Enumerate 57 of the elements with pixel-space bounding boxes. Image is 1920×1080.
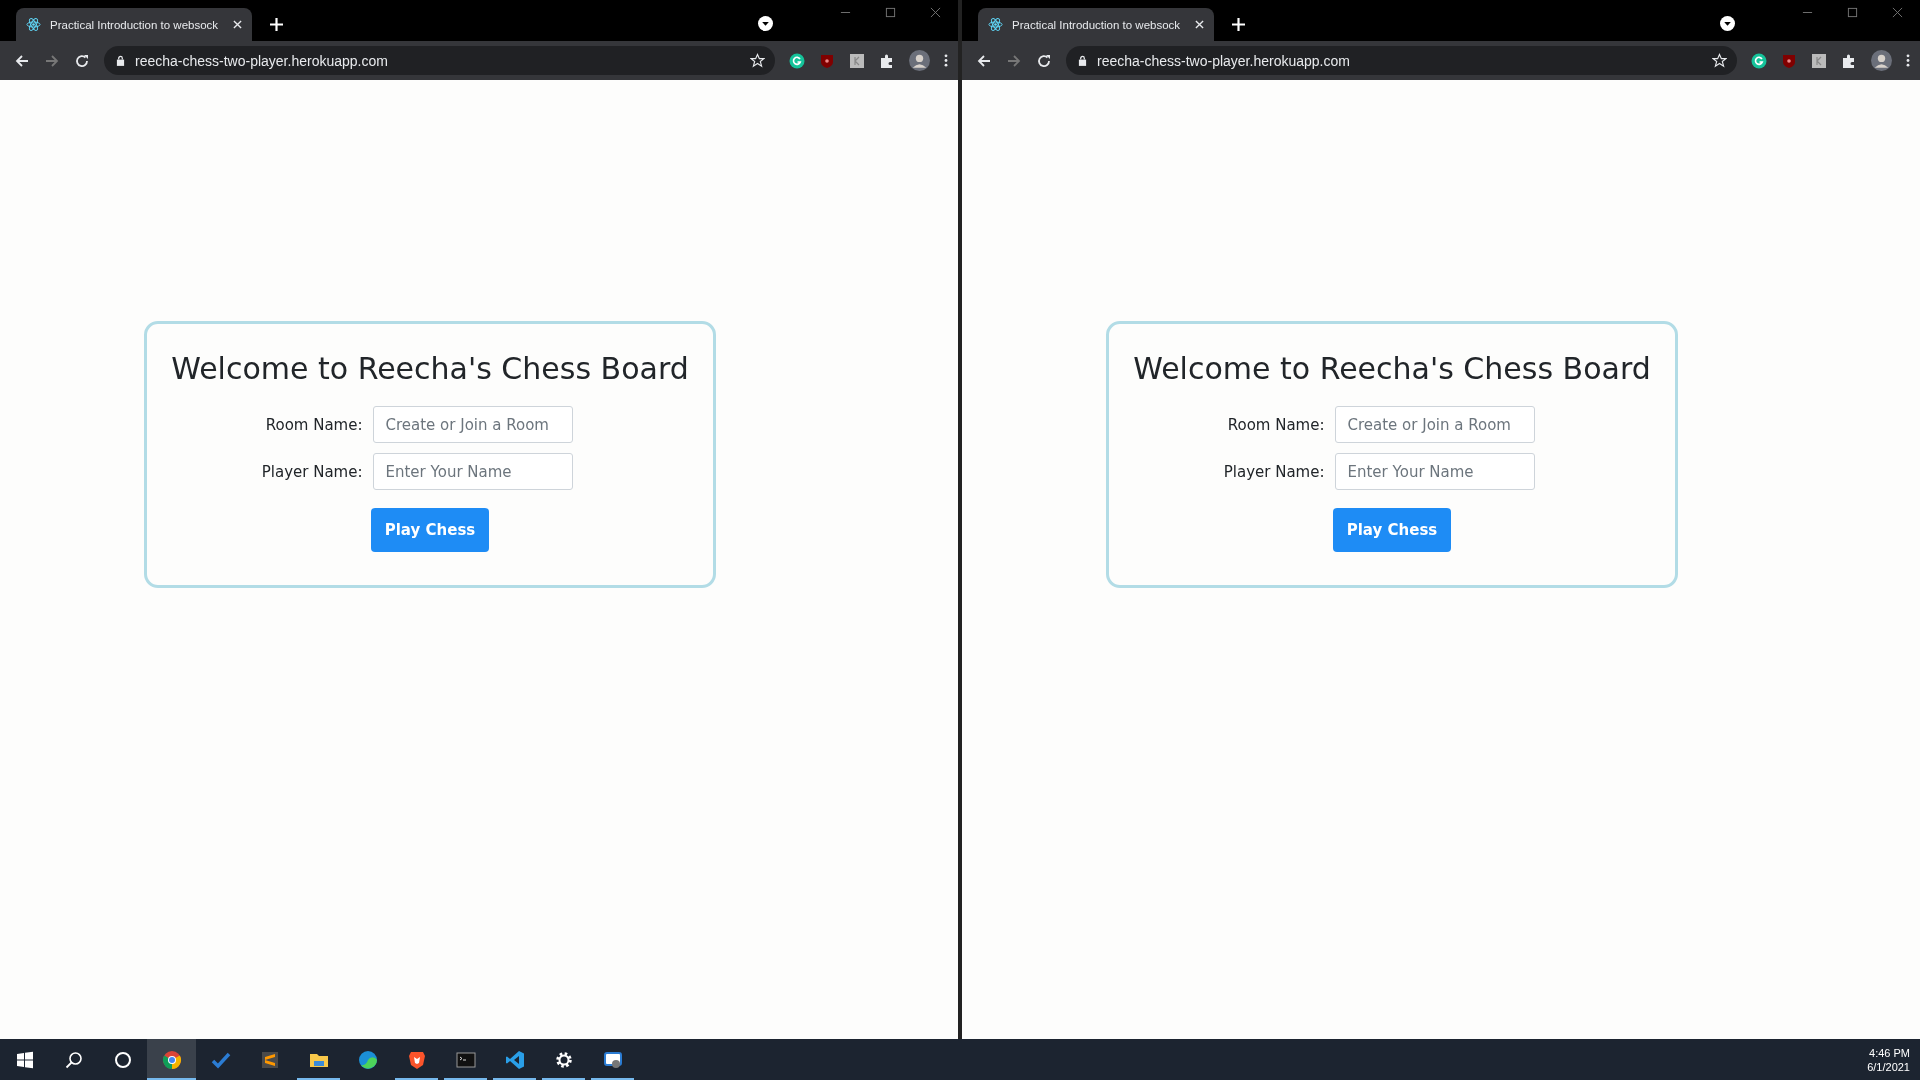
atom-icon — [988, 17, 1003, 32]
puzzle-icon[interactable] — [879, 52, 895, 69]
maximize-icon[interactable] — [885, 7, 896, 18]
clock-date: 6/1/2021 — [1867, 1060, 1910, 1073]
terminal-icon — [455, 1049, 476, 1070]
chrome-icon — [161, 1049, 182, 1070]
reload-icon[interactable] — [1036, 52, 1052, 69]
windows-icon — [14, 1049, 35, 1070]
address-bar[interactable]: reecha-chess-two-player.herokuapp.com — [104, 46, 775, 75]
code-icon — [504, 1049, 525, 1070]
extension-icon[interactable] — [1751, 52, 1767, 69]
gear-icon — [553, 1049, 574, 1070]
input-field[interactable]: Create or Join a Room — [372, 406, 573, 443]
clock-time: 4:46 PM — [1869, 1046, 1910, 1059]
menu-icon[interactable] — [1906, 53, 1910, 68]
field-label: Player Name: — [1222, 462, 1325, 481]
extension-icon[interactable] — [1811, 52, 1827, 69]
back-icon[interactable] — [976, 52, 992, 69]
page-title: Welcome to Reecha's Chess Board — [171, 351, 689, 386]
forward-icon[interactable] — [44, 52, 60, 69]
new-tab-icon[interactable] — [270, 18, 283, 31]
extension-icon[interactable] — [789, 52, 805, 69]
star-icon[interactable] — [1712, 53, 1727, 68]
maximize-icon[interactable] — [1847, 7, 1858, 18]
shield-icon[interactable] — [1781, 52, 1797, 69]
screen-icon — [602, 1049, 623, 1070]
tab-search-icon[interactable] — [1720, 16, 1735, 31]
browser-tab[interactable]: Practical Introduction to websock — [978, 8, 1214, 41]
lock-icon — [116, 55, 125, 66]
forward-icon[interactable] — [1006, 52, 1022, 69]
lion-icon — [406, 1049, 427, 1070]
field-label: Room Name: — [264, 415, 363, 434]
input-field[interactable]: Create or Join a Room — [1334, 406, 1535, 443]
avatar-icon[interactable] — [909, 50, 930, 71]
tab-search-icon[interactable] — [758, 16, 773, 31]
shield-icon[interactable] — [819, 52, 835, 69]
star-icon[interactable] — [750, 53, 765, 68]
page-title: Welcome to Reecha's Chess Board — [1133, 351, 1651, 386]
lock-icon — [1078, 55, 1087, 66]
extension-icon[interactable] — [849, 52, 865, 69]
ring-icon — [112, 1049, 133, 1070]
address-bar[interactable]: reecha-chess-two-player.herokuapp.com — [1066, 46, 1737, 75]
field-label: Room Name: — [1226, 415, 1325, 434]
menu-icon[interactable] — [944, 53, 948, 68]
input-field[interactable]: Enter Your Name — [1334, 453, 1535, 490]
puzzle-icon[interactable] — [1841, 52, 1857, 69]
sublime-icon — [259, 1049, 280, 1070]
new-tab-icon[interactable] — [1232, 18, 1245, 31]
search-icon — [63, 1049, 84, 1070]
edge-icon — [357, 1049, 378, 1070]
browser-tab[interactable]: Practical Introduction to websock — [16, 8, 252, 41]
back-icon[interactable] — [14, 52, 30, 69]
atom-icon — [26, 17, 41, 32]
input-field[interactable]: Enter Your Name — [372, 453, 573, 490]
field-label: Player Name: — [260, 462, 363, 481]
avatar-icon[interactable] — [1871, 50, 1892, 71]
reload-icon[interactable] — [74, 52, 90, 69]
